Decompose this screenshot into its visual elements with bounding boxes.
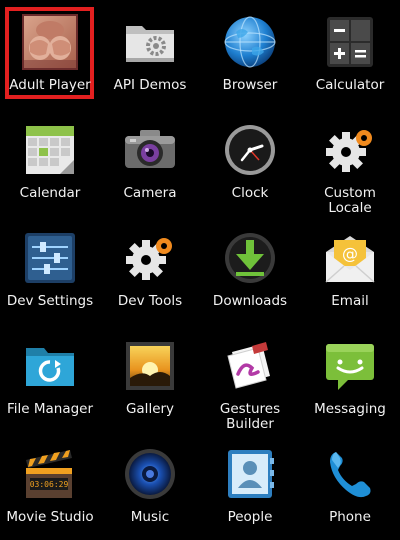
app-custom-locale[interactable]: Custom Locale [300, 108, 400, 216]
app-label: People [227, 509, 273, 525]
app-clock[interactable]: Clock [200, 108, 300, 216]
app-phone[interactable]: Phone [300, 432, 400, 540]
app-label: Dev Settings [6, 293, 94, 309]
app-label: Camera [123, 185, 177, 201]
app-api-demos[interactable]: API Demos [100, 0, 200, 108]
app-gestures-builder[interactable]: Gestures Builder [200, 324, 300, 432]
download-icon [222, 230, 278, 286]
app-calculator[interactable]: Calculator [300, 0, 400, 108]
sliders-icon [22, 230, 78, 286]
app-camera[interactable]: Camera [100, 108, 200, 216]
calculator-icon [322, 14, 378, 70]
app-file-manager[interactable]: File Manager [0, 324, 100, 432]
app-label: Dev Tools [117, 293, 183, 309]
app-label: Music [130, 509, 170, 525]
app-label: Adult Player [9, 77, 91, 93]
app-label: API Demos [113, 77, 187, 93]
app-label: Movie Studio [6, 509, 94, 525]
gestures-icon [222, 338, 278, 394]
app-movie-studio[interactable]: 03:06:29 Movie Studio [0, 432, 100, 540]
contacts-icon [222, 446, 278, 502]
app-dev-tools[interactable]: Dev Tools [100, 216, 200, 324]
app-label: Custom Locale [324, 185, 376, 216]
camera-icon [122, 122, 178, 178]
phone-icon [322, 446, 378, 502]
email-icon: @ [322, 230, 378, 286]
app-label: Gestures Builder [219, 401, 281, 432]
app-music[interactable]: Music [100, 432, 200, 540]
api-demos-folder-icon [122, 14, 178, 70]
app-label: Messaging [314, 401, 386, 417]
app-gallery[interactable]: Gallery [100, 324, 200, 432]
app-label: File Manager [6, 401, 94, 417]
app-dev-settings[interactable]: Dev Settings [0, 216, 100, 324]
app-calendar[interactable]: Calendar [0, 108, 100, 216]
calendar-icon [22, 122, 78, 178]
app-label: Calendar [19, 185, 81, 201]
app-label: Email [331, 293, 369, 309]
app-drawer: Adult Player API Demos Browser Calculato… [0, 0, 400, 535]
app-label: Gallery [125, 401, 175, 417]
app-label: Downloads [212, 293, 288, 309]
app-browser[interactable]: Browser [200, 0, 300, 108]
gear-icon [322, 122, 378, 178]
app-label: Browser [222, 77, 278, 93]
svg-text:@: @ [342, 244, 358, 263]
speaker-icon [122, 446, 178, 502]
globe-icon [222, 14, 278, 70]
clapper-time: 03:06:29 [30, 480, 69, 489]
messaging-icon [322, 338, 378, 394]
app-messaging[interactable]: Messaging [300, 324, 400, 432]
clock-icon [222, 122, 278, 178]
app-people[interactable]: People [200, 432, 300, 540]
app-label: Calculator [315, 77, 385, 93]
app-email[interactable]: @ Email [300, 216, 400, 324]
app-adult-player[interactable]: Adult Player [0, 0, 100, 108]
gear-icon [122, 230, 178, 286]
gallery-icon [122, 338, 178, 394]
adult-player-icon [22, 14, 78, 70]
app-label: Phone [329, 509, 371, 525]
folder-icon [22, 338, 78, 394]
app-label: Clock [231, 185, 269, 201]
clapperboard-icon: 03:06:29 [22, 446, 78, 502]
app-downloads[interactable]: Downloads [200, 216, 300, 324]
